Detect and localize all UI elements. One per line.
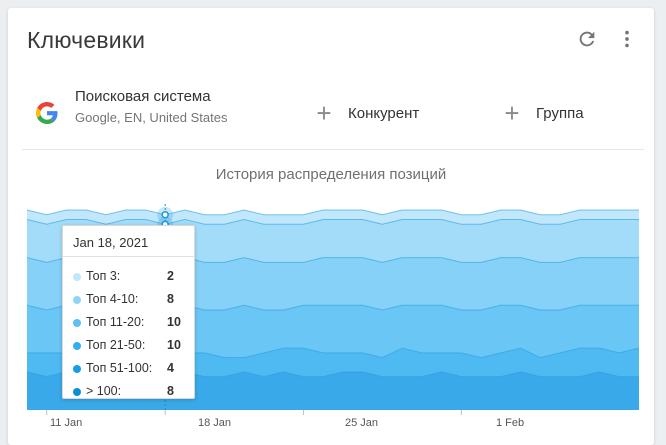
tooltip-value: 10: [167, 315, 181, 329]
tooltip-row: Топ 21-50: 10: [73, 338, 188, 356]
tooltip-value: 2: [167, 269, 174, 283]
tooltip-value: 4: [167, 361, 174, 375]
tooltip-label: Топ 11-20:: [86, 315, 145, 329]
tooltip-label: Топ 21-50:: [86, 338, 146, 352]
tooltip-label: Топ 4-10:: [86, 292, 139, 306]
legend-dot-icon: [73, 273, 81, 281]
keywords-card: Ключевики Поисковая система Google, EN, …: [8, 8, 654, 445]
x-axis-label: 25 Jan: [345, 417, 379, 429]
hover-point: [161, 211, 169, 219]
tooltip-label: > 100:: [86, 384, 122, 398]
tooltip-date: Jan 18, 2021: [73, 235, 149, 250]
tooltip-row: > 100: 8: [73, 384, 188, 402]
chart-tooltip: Jan 18, 2021 Топ 3: 2 Топ 4-10: 8 Топ 11…: [62, 225, 195, 399]
tooltip-row: Топ 4-10: 8: [73, 292, 188, 310]
tooltip-label: Топ 51-100:: [86, 361, 153, 375]
tooltip-row: Топ 11-20: 10: [73, 315, 188, 333]
tooltip-value: 10: [167, 338, 181, 352]
x-axis-label: 11 Jan: [50, 417, 83, 429]
legend-dot-icon: [73, 365, 81, 373]
tooltip-value: 8: [167, 292, 174, 306]
legend-dot-icon: [73, 319, 81, 327]
x-axis-label: 1 Feb: [496, 417, 525, 429]
legend-dot-icon: [73, 342, 81, 350]
x-axis-label: 18 Jan: [198, 417, 232, 429]
tooltip-row: Топ 51-100: 4: [73, 361, 188, 379]
tooltip-row: Топ 3: 2: [73, 269, 188, 287]
legend-dot-icon: [73, 296, 81, 304]
tooltip-value: 8: [167, 384, 174, 398]
legend-dot-icon: [73, 388, 81, 396]
tooltip-label: Топ 3:: [86, 269, 121, 283]
tooltip-divider: [63, 256, 194, 257]
